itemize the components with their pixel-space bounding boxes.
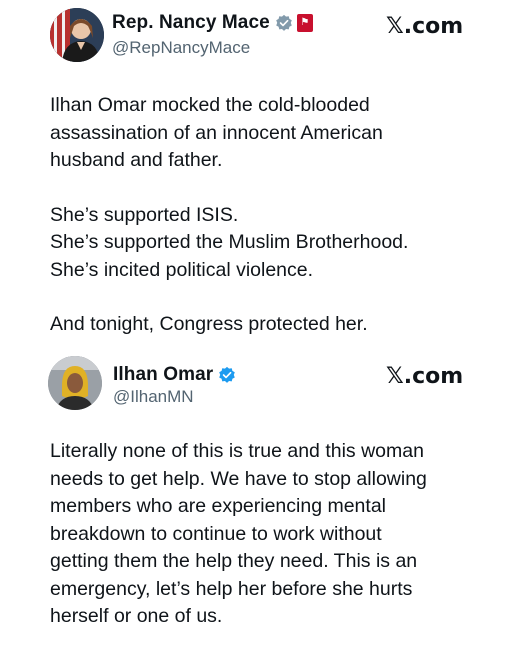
blue-checkmark-icon (218, 366, 236, 384)
tweet-paragraph: She’s supported ISIS. She’s supported th… (50, 202, 470, 285)
text-line: emergency, let’s help her before she hur… (50, 577, 413, 600)
x-logo-brand: 𝕏.com (386, 14, 464, 39)
text-line: assassination of an innocent American (50, 121, 383, 144)
avatar-omar[interactable] (48, 356, 102, 410)
gray-checkmark-icon (275, 14, 293, 32)
text-line: herself or one of us. (50, 605, 223, 627)
text-line: Literally none of this is true and this … (50, 440, 424, 462)
text-line: Ilhan Omar mocked the cold-blooded (50, 94, 370, 116)
name-row: Rep. Nancy Mace ⚑ (112, 12, 313, 34)
x-logo-brand: 𝕏.com (386, 364, 464, 389)
tweet-card-mace: Rep. Nancy Mace ⚑ @RepNancyMace 𝕏.com Il… (0, 0, 512, 352)
tweet-paragraph: Literally none of this is true and this … (50, 438, 470, 631)
tweet-paragraph: And tonight, Congress protected her. (50, 311, 470, 339)
tweet-paragraph: Ilhan Omar mocked the cold-blooded assas… (50, 92, 470, 175)
text-line: needs to get help. We have to stop allow… (50, 467, 427, 490)
tweet-card-omar: Ilhan Omar @IlhanMN 𝕏.com Literally none… (0, 352, 512, 640)
text-line: She’s incited political violence. (50, 258, 314, 281)
avatar-omar-image (48, 356, 102, 410)
username-handle[interactable]: @RepNancyMace (112, 38, 250, 58)
tweet-text: Literally none of this is true and this … (50, 438, 470, 658)
display-name[interactable]: Rep. Nancy Mace (112, 12, 270, 34)
display-name[interactable]: Ilhan Omar (113, 364, 213, 386)
text-line: She’s supported ISIS. (50, 203, 239, 226)
avatar-mace[interactable] (50, 8, 104, 62)
tweet-text: Ilhan Omar mocked the cold-blooded assas… (50, 92, 470, 366)
text-line: And tonight, Congress protected her. (50, 313, 368, 335)
avatar-mace-image (50, 8, 104, 62)
text-line: breakdown to continue to work without (50, 522, 382, 545)
congress-flag-icon: ⚑ (296, 14, 313, 32)
text-line: getting them the help they need. This is… (50, 550, 418, 572)
text-line: She’s supported the Muslim Brotherhood. (50, 231, 409, 253)
username-handle[interactable]: @IlhanMN (113, 387, 194, 407)
text-line: husband and father. (50, 149, 223, 171)
name-row: Ilhan Omar (113, 364, 236, 386)
text-line: members who are experiencing mental (50, 495, 386, 517)
